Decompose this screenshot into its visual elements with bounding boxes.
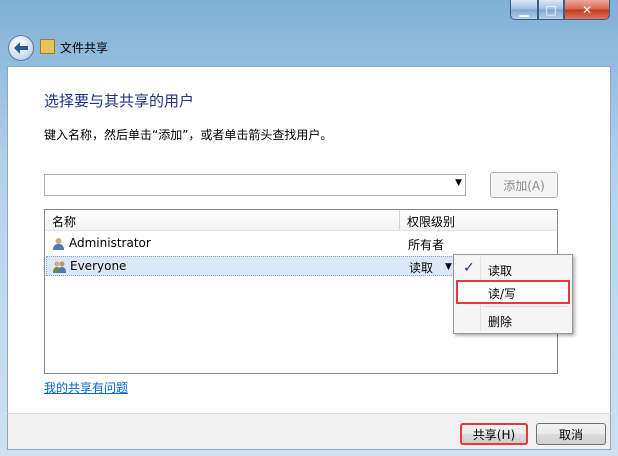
page-heading: 选择要与其共享的用户: [44, 92, 195, 110]
back-arrow-icon: [14, 42, 28, 54]
back-button[interactable]: [8, 35, 34, 61]
chevron-down-icon[interactable]: ▼: [445, 262, 452, 272]
window-controls: ▁ □ ✕: [510, 0, 610, 22]
menu-item-label: 读取: [488, 264, 513, 278]
column-divider: [399, 210, 400, 230]
user-icon: [53, 238, 64, 250]
share-folder-icon: [40, 39, 55, 54]
close-button[interactable]: ✕: [564, 0, 610, 20]
minimize-icon: ▁: [519, 2, 529, 17]
menu-item-label: 读/写: [488, 287, 517, 301]
user-name: Administrator: [69, 236, 151, 250]
user-name: Everyone: [70, 259, 127, 273]
permission-dropdown[interactable]: 读取: [409, 259, 433, 276]
check-icon: ✓: [463, 260, 475, 276]
list-header: 名称 权限级别: [45, 210, 557, 231]
chevron-down-icon[interactable]: ▼: [455, 178, 462, 188]
share-button[interactable]: 共享(H): [460, 423, 528, 445]
group-icon: [53, 261, 66, 273]
instruction-text: 键入名称，然后单击“添加”，或者单击箭头查找用户。: [44, 128, 333, 142]
menu-item-remove[interactable]: 删除: [456, 309, 570, 331]
sharing-problem-link[interactable]: 我的共享有问题: [44, 379, 128, 396]
content-pane: 选择要与其共享的用户 键入名称，然后单击“添加”，或者单击箭头查找用户。 ▼ 添…: [7, 66, 611, 414]
permission-menu: ✓ 读取 读/写 删除: [453, 254, 573, 334]
user-permission: 所有者: [408, 238, 445, 252]
window-frame: ▁ □ ✕ 文件共享 选择要与其共享的用户 键入名称，然后单击“添加”，或者单击…: [0, 0, 618, 456]
maximize-icon: □: [545, 2, 557, 17]
column-header-name[interactable]: 名称: [52, 213, 76, 230]
close-icon: ✕: [581, 2, 593, 17]
add-button[interactable]: 添加(A): [490, 172, 558, 198]
user-name-combobox[interactable]: ▼: [44, 174, 466, 196]
column-header-permission[interactable]: 权限级别: [407, 213, 455, 230]
menu-separator: [482, 306, 568, 307]
maximize-button[interactable]: □: [538, 0, 564, 20]
menu-item-read[interactable]: ✓ 读取: [456, 258, 570, 280]
cancel-button[interactable]: 取消: [536, 423, 606, 445]
menu-item-label: 删除: [488, 315, 513, 329]
minimize-button[interactable]: ▁: [510, 0, 538, 20]
user-row-administrator[interactable]: Administrator 所有者: [46, 234, 556, 254]
footer-bar: 共享(H) 取消: [7, 413, 611, 450]
window-title: 文件共享: [60, 41, 109, 55]
menu-item-read-write[interactable]: 读/写: [456, 280, 570, 304]
